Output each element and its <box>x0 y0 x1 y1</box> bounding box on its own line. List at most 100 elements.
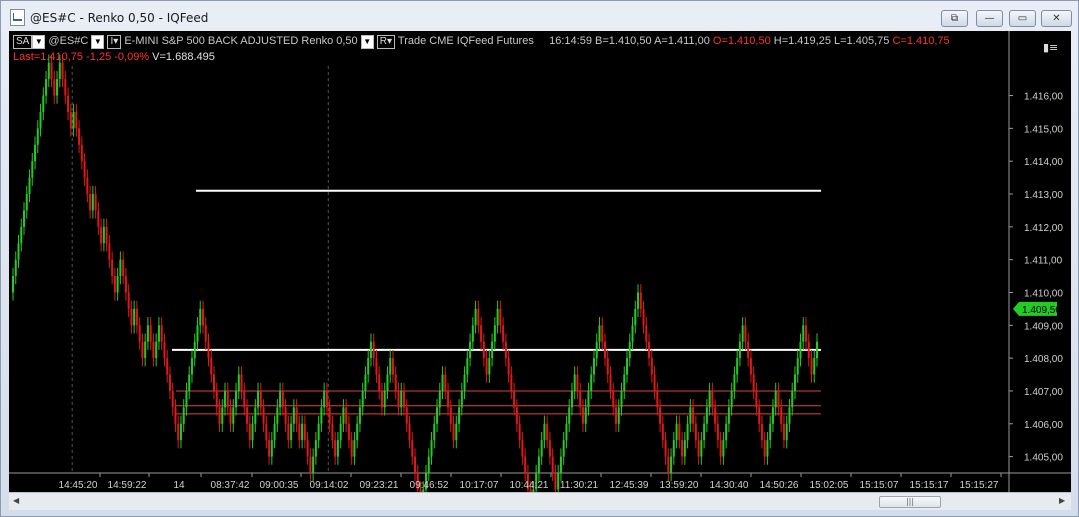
down-candle <box>380 390 383 408</box>
up-candle <box>185 390 188 408</box>
maximize-button[interactable]: ▭ <box>1009 10 1036 27</box>
up-candle <box>626 358 629 375</box>
up-candle <box>369 341 372 359</box>
down-candle <box>334 440 337 457</box>
chart-area[interactable]: 1.416,00 1.415,00 1.414,00 1.413,00 1.412,00… <box>9 31 1071 492</box>
down-candle <box>100 226 103 244</box>
title-bar[interactable]: @ES#C - Renko 0,50 - IQFeed ⧉ — ▭ ✕ <box>1 1 1078 31</box>
down-candle <box>210 358 213 375</box>
down-candle <box>177 423 180 441</box>
up-candle <box>102 226 105 244</box>
scroll-left-icon[interactable]: ◀ <box>13 496 19 505</box>
down-candle <box>411 440 414 457</box>
down-candle <box>375 358 378 375</box>
symbol-dropdown-icon[interactable]: ▼ <box>91 35 105 49</box>
down-candle <box>378 374 381 391</box>
down-candle <box>507 358 510 375</box>
scroll-right-icon[interactable]: ▶ <box>1059 496 1065 505</box>
x-tick-label: 14:50:26 <box>760 480 799 491</box>
x-tick-label: 15:15:17 <box>910 480 949 491</box>
down-candle <box>609 374 612 391</box>
up-candle <box>573 374 576 391</box>
down-candle <box>667 456 670 473</box>
down-candle <box>215 390 218 408</box>
bar-type-dropdown-icon[interactable]: ▼ <box>360 35 374 49</box>
up-candle <box>813 358 816 375</box>
down-candle <box>444 374 447 391</box>
up-candle <box>14 259 17 277</box>
down-candle <box>61 62 64 80</box>
down-candle <box>50 62 53 80</box>
up-candle <box>708 390 711 408</box>
up-candle <box>727 407 730 424</box>
down-candle <box>656 390 659 408</box>
down-candle <box>124 276 127 293</box>
up-candle <box>301 423 304 441</box>
bar-type-label: Renko 0,50 <box>301 35 358 47</box>
down-candle <box>83 161 86 178</box>
down-candle <box>510 374 513 391</box>
r-button[interactable]: R▾ <box>376 35 396 49</box>
down-candle <box>755 390 758 408</box>
minimize-button[interactable]: — <box>976 10 1003 27</box>
down-candle <box>554 473 557 490</box>
up-candle <box>672 440 675 457</box>
down-candle <box>480 325 483 342</box>
down-candle <box>248 423 251 441</box>
sa-dropdown-icon[interactable]: ▼ <box>32 35 46 49</box>
close-button[interactable]: ✕ <box>1041 10 1072 27</box>
down-candle <box>268 440 271 457</box>
down-candle <box>69 111 72 129</box>
down-candle <box>298 423 301 441</box>
down-candle <box>243 390 246 408</box>
x-tick-label: 09:00:35 <box>260 480 299 491</box>
restore-layout-button[interactable]: ⧉ <box>941 10 968 27</box>
renko-chart[interactable]: 1.416,00 1.415,00 1.414,00 1.413,00 1.412,00… <box>9 31 1071 492</box>
down-candle <box>714 407 717 424</box>
up-candle <box>12 276 14 293</box>
up-candle <box>323 390 326 408</box>
time-scrollbar[interactable]: ◀ ||| ▶ <box>9 492 1071 510</box>
down-candle <box>744 325 747 342</box>
up-candle <box>493 325 496 342</box>
down-candle <box>681 440 684 457</box>
down-candle <box>94 194 97 211</box>
up-candle <box>58 62 61 80</box>
up-candle <box>237 374 240 391</box>
sa-button[interactable]: SA <box>13 35 33 49</box>
up-candle <box>730 390 733 408</box>
up-candle <box>386 374 389 391</box>
down-candle <box>499 308 502 326</box>
up-candle <box>796 358 799 375</box>
down-candle <box>113 276 116 293</box>
up-candle <box>270 440 273 457</box>
x-tick-label: 14:45:20 <box>59 480 98 491</box>
bars-menu-icon[interactable]: ▮≡ <box>1043 41 1058 54</box>
up-candle <box>314 440 317 457</box>
up-candle <box>469 341 472 359</box>
down-candle <box>201 308 204 326</box>
down-candle <box>780 407 783 424</box>
down-candle <box>213 374 215 391</box>
down-candle <box>240 374 243 391</box>
x-tick-label: 14 <box>173 480 185 491</box>
up-candle <box>540 440 543 457</box>
up-candle <box>146 325 149 342</box>
y-tick-label: 1.415,00 <box>1024 124 1063 135</box>
y-tick-label: 1.406,00 <box>1024 420 1063 431</box>
down-candle <box>163 341 166 359</box>
down-candle <box>692 407 695 424</box>
down-candle <box>719 440 722 457</box>
down-candle <box>664 440 667 457</box>
down-candle <box>650 358 653 375</box>
down-candle <box>576 374 579 391</box>
down-candle <box>78 128 81 145</box>
instrument-info-button[interactable]: I▾ <box>107 35 122 49</box>
up-candle <box>45 79 48 96</box>
up-candle <box>793 374 796 391</box>
down-candle <box>89 194 92 211</box>
down-candle <box>661 423 664 441</box>
up-candle <box>155 341 158 359</box>
down-candle <box>166 358 169 375</box>
scroll-thumb[interactable]: ||| <box>879 496 941 508</box>
